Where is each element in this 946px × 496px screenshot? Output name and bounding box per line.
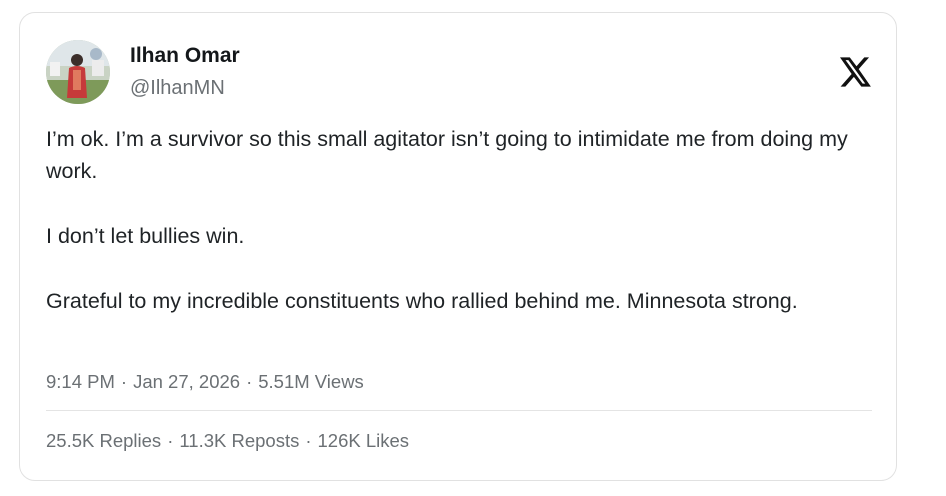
- tweet-card[interactable]: Ilhan Omar @IlhanMN I’m ok. I’m a surviv…: [19, 12, 897, 481]
- tweet-date[interactable]: Jan 27, 2026: [133, 371, 240, 392]
- tweet-paragraph: Grateful to my incredible constituents w…: [46, 289, 798, 313]
- avatar-photo: [46, 40, 110, 104]
- tweet-paragraph: I don’t let bullies win.: [46, 224, 245, 248]
- separator: ·: [167, 430, 174, 451]
- reposts-count[interactable]: 11.3K Reposts: [179, 430, 299, 451]
- replies-count[interactable]: 25.5K Replies: [46, 430, 161, 451]
- engagement-stats: 25.5K Replies · 11.3K Reposts · 126K Likes: [46, 429, 409, 453]
- divider: [46, 410, 872, 411]
- tweet-paragraph: I’m ok. I’m a survivor so this small agi…: [46, 127, 848, 183]
- tweet-meta: 9:14 PM · Jan 27, 2026 · 5.51M Views: [46, 370, 364, 394]
- x-logo-icon-glyph: [840, 57, 871, 87]
- author-handle[interactable]: @IlhanMN: [130, 76, 225, 100]
- separator: ·: [246, 371, 253, 392]
- view-count[interactable]: 5.51M Views: [258, 371, 364, 392]
- tweet-text: I’m ok. I’m a survivor so this small agi…: [46, 123, 886, 317]
- separator: ·: [120, 371, 128, 392]
- x-logo-icon[interactable]: [840, 57, 872, 87]
- separator: ·: [305, 430, 312, 451]
- tweet-time[interactable]: 9:14 PM: [46, 371, 115, 392]
- likes-count[interactable]: 126K Likes: [318, 430, 410, 451]
- avatar[interactable]: [46, 40, 110, 104]
- author-display-name[interactable]: Ilhan Omar: [130, 43, 240, 69]
